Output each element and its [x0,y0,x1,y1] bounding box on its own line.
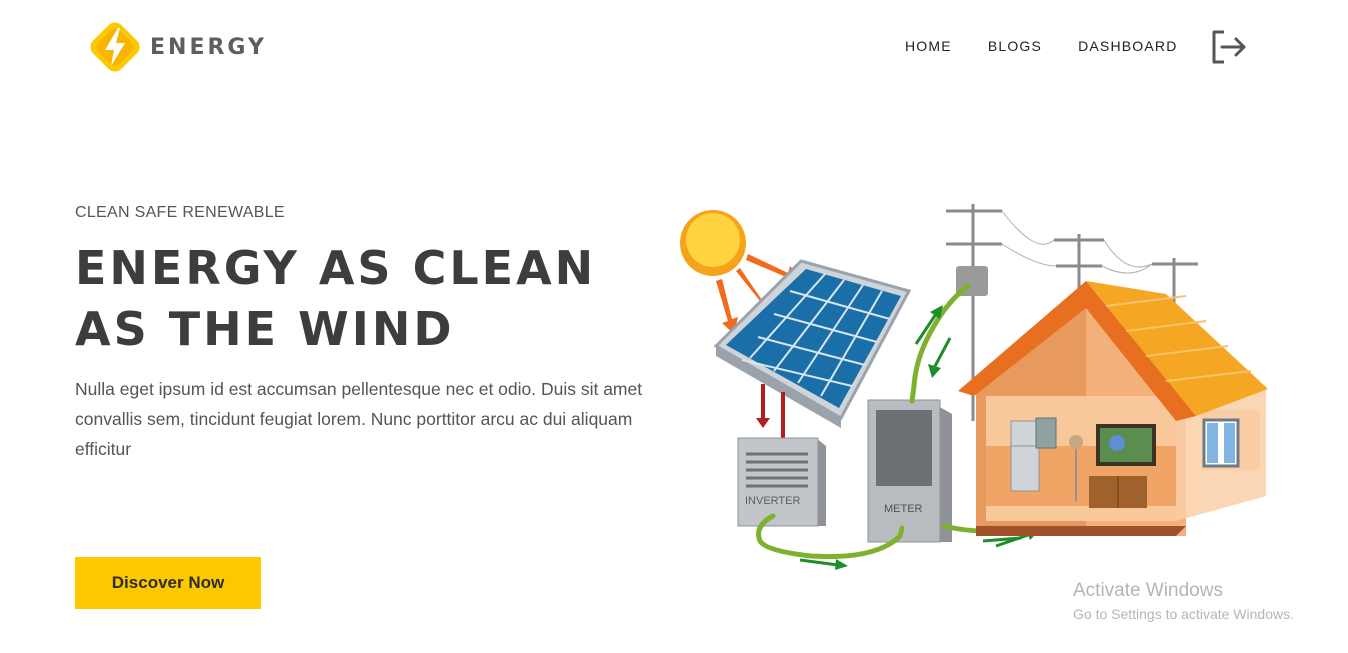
solar-house-illustration: INVERTER METER [680,204,1268,570]
meter-box: METER [867,399,952,543]
discover-now-button[interactable]: Discover Now [75,557,261,609]
windows-activation-watermark: Activate Windows Go to Settings to activ… [1073,580,1294,622]
hero-headline: ENERGY AS CLEAN AS THE WIND [75,241,597,356]
main-nav: HOME BLOGS DASHBOARD [905,38,1178,54]
meter-label: METER [884,503,923,515]
brand-name: ENERGY [150,34,267,60]
hero-eyebrow: CLEAN SAFE RENEWABLE [75,204,285,221]
nav-blogs[interactable]: BLOGS [988,38,1042,54]
hero-section: CLEAN SAFE RENEWABLE ENERGY AS CLEAN AS … [75,204,675,464]
site-header: ENERGY HOME BLOGS DASHBOARD [0,0,1348,100]
watermark-title: Activate Windows [1073,580,1223,601]
nav-dashboard[interactable]: DASHBOARD [1078,38,1177,54]
watermark-subtitle: Go to Settings to activate Windows. [1073,606,1294,622]
sun [680,210,746,276]
lightning-bolt-icon [90,22,140,72]
logout-icon[interactable] [1208,27,1248,67]
inverter-label: INVERTER [745,495,800,507]
nav-home[interactable]: HOME [905,38,952,54]
brand-logo[interactable]: ENERGY [84,14,267,80]
hero-description: Nulla eget ipsum id est accumsan pellent… [75,379,643,459]
inverter-box: INVERTER [737,437,826,527]
